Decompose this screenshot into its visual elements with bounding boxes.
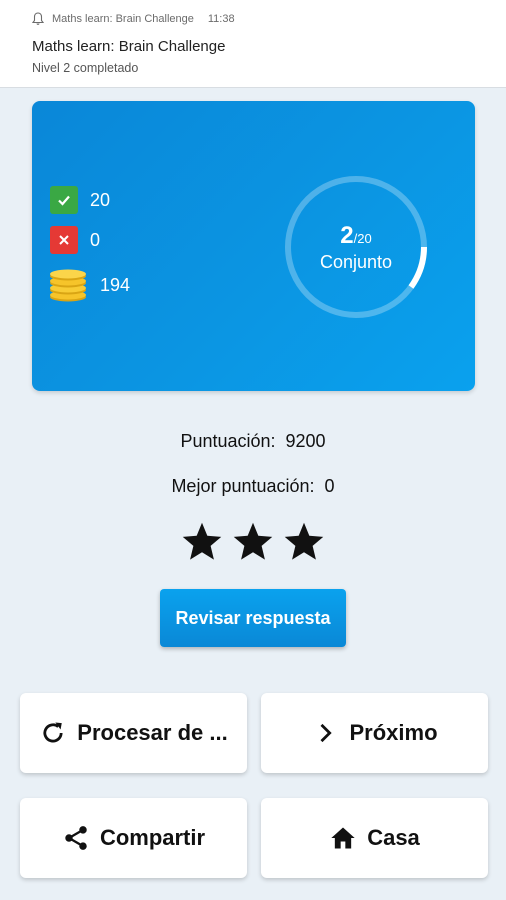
- results-card: 20 0 194 2 /20 Conjunto: [32, 101, 475, 391]
- correct-count: 20: [90, 189, 111, 210]
- home-label: Casa: [367, 825, 420, 850]
- next-label: Próximo: [349, 720, 438, 745]
- home-button[interactable]: Casa: [261, 798, 488, 878]
- refresh-icon: [43, 722, 63, 743]
- notification-title: Maths learn: Brain Challenge: [32, 38, 226, 55]
- retry-button[interactable]: Procesar de ...: [20, 693, 247, 773]
- best-score-label: Mejor puntuación:: [171, 476, 315, 496]
- best-score-value: 0: [324, 476, 335, 496]
- home-icon: [331, 827, 355, 849]
- set-progress-text: 2 /20 Conjunto: [282, 173, 430, 321]
- share-button[interactable]: Compartir: [20, 798, 247, 878]
- share-label: Compartir: [99, 825, 206, 850]
- stars-rating: [180, 520, 326, 564]
- notification-header[interactable]: Maths learn: Brain Challenge 11:38 Maths…: [0, 0, 506, 88]
- notification-app-name: Maths learn: Brain Challenge: [52, 13, 194, 25]
- coins-count: 194: [100, 274, 131, 295]
- star-icon: [284, 522, 324, 560]
- score-label: Puntuación:: [180, 431, 276, 451]
- set-total: /20: [353, 230, 372, 246]
- retry-label: Procesar de ...: [77, 720, 228, 745]
- star-icon: [182, 522, 222, 560]
- wrong-stat: 0: [50, 226, 100, 254]
- wrong-count: 0: [90, 229, 101, 250]
- notification-subtitle: Nivel 2 completado: [32, 61, 139, 75]
- notification-meta: Maths learn: Brain Challenge 11:38: [32, 12, 235, 26]
- chevron-right-icon: [320, 723, 333, 743]
- set-current: 2: [340, 221, 354, 249]
- cross-icon: [50, 226, 78, 254]
- best-score-line: Mejor puntuación: 0: [0, 476, 506, 497]
- review-answers-button[interactable]: Revisar respuesta: [160, 589, 346, 647]
- correct-stat: 20: [50, 186, 110, 214]
- next-button[interactable]: Próximo: [261, 693, 488, 773]
- set-label: Conjunto: [319, 251, 393, 272]
- check-icon: [50, 186, 78, 214]
- star-icon: [233, 522, 273, 560]
- score-line: Puntuación: 9200: [0, 431, 506, 452]
- share-icon: [65, 826, 87, 850]
- coins-icon: [50, 269, 86, 302]
- coins-stat: 194: [48, 267, 130, 303]
- notification-time: 11:38: [207, 13, 235, 25]
- score-value: 9200: [285, 431, 326, 451]
- bell-icon: [32, 12, 44, 25]
